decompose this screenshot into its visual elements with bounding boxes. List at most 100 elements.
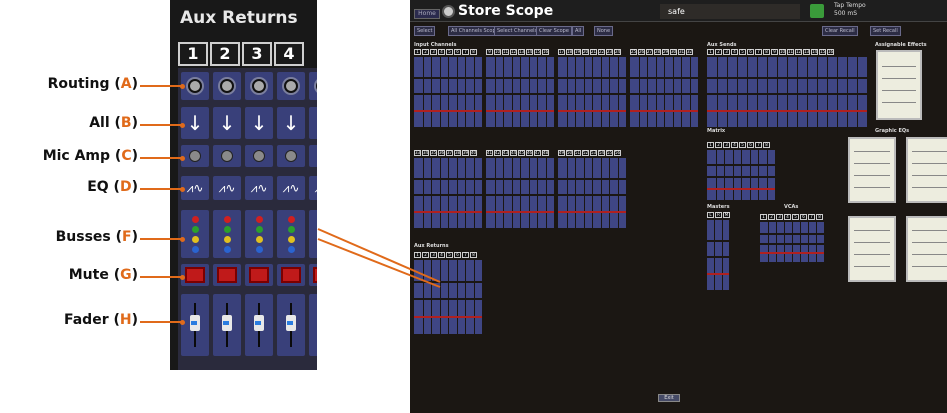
mute-button[interactable] <box>245 264 273 286</box>
input-channels-channel-number[interactable]: 48 <box>542 150 549 156</box>
matrix-channel-number[interactable]: 8 <box>763 142 770 148</box>
input-channels-channel-number[interactable]: 37 <box>446 150 453 156</box>
aux-sends-channel-number[interactable]: 16 <box>827 49 834 55</box>
input-channels-channel-number[interactable]: 51 <box>574 150 581 156</box>
all-button[interactable]: ↓ <box>309 107 317 139</box>
toolbar-button[interactable]: Clear Scope <box>536 26 572 36</box>
aux-sends-channel-number[interactable]: 5 <box>739 49 746 55</box>
routing-button[interactable] <box>309 72 317 100</box>
vcas-channel-number[interactable]: 4 <box>784 214 791 220</box>
vcas-channel-number[interactable]: 7 <box>808 214 815 220</box>
vcas-channel-number[interactable]: 3 <box>776 214 783 220</box>
aux-sends-channel-number[interactable]: 11 <box>787 49 794 55</box>
aux-sends-channel-number[interactable]: 6 <box>747 49 754 55</box>
aux-sends-channel-number[interactable]: 2 <box>715 49 722 55</box>
input-channels-channel-number[interactable]: 56 <box>614 150 621 156</box>
matrix-channel-number[interactable]: 3 <box>723 142 730 148</box>
aux-sends-channel-number[interactable]: 13 <box>803 49 810 55</box>
input-channels-channel-number[interactable]: 36 <box>438 150 445 156</box>
eq-button[interactable]: ⩘∿ <box>309 176 317 200</box>
masters-block[interactable] <box>707 220 729 290</box>
fader[interactable] <box>309 294 317 356</box>
mic-amp-button[interactable] <box>181 145 209 167</box>
mute-button[interactable] <box>213 264 241 286</box>
input-channels-channel-number[interactable]: 38 <box>454 150 461 156</box>
toolbar-button[interactable]: None <box>594 26 614 36</box>
input-channels-channel-number[interactable]: 39 <box>462 150 469 156</box>
fader[interactable] <box>213 294 241 356</box>
eq-button[interactable]: ⩘∿ <box>277 176 305 200</box>
fader[interactable] <box>181 294 209 356</box>
input-channels-channel-number[interactable]: 6 <box>454 49 461 55</box>
aux-sends-channel-number[interactable]: 4 <box>731 49 738 55</box>
fader[interactable] <box>245 294 273 356</box>
channel-number-3[interactable]: 3 <box>242 42 272 66</box>
input-channels-channel-number[interactable]: 43 <box>502 150 509 156</box>
input-channels-channel-number[interactable]: 44 <box>510 150 517 156</box>
busses-button[interactable] <box>277 210 305 258</box>
channel-number-1[interactable]: 1 <box>178 42 208 66</box>
input-channels-channel-number[interactable]: 17 <box>558 49 565 55</box>
all-button[interactable]: ↓ <box>213 107 241 139</box>
mute-button[interactable] <box>277 264 305 286</box>
input-channels-channel-number[interactable]: 33 <box>414 150 421 156</box>
aux-returns-channel-number[interactable]: 3 <box>430 252 437 258</box>
input-channels-channel-number[interactable]: 32 <box>686 49 693 55</box>
input-channels-channel-number[interactable]: 21 <box>590 49 597 55</box>
input-channels-channel-number[interactable]: 26 <box>638 49 645 55</box>
aux-sends-channel-number[interactable]: 10 <box>779 49 786 55</box>
busses-button[interactable] <box>309 210 317 258</box>
masters-channel-number[interactable]: R <box>715 212 722 218</box>
matrix-channel-number[interactable]: 2 <box>715 142 722 148</box>
busses-button[interactable] <box>245 210 273 258</box>
home-button[interactable]: Home <box>414 9 440 19</box>
aux-sends-channel-number[interactable]: 15 <box>819 49 826 55</box>
aux-sends-channel-number[interactable]: 12 <box>795 49 802 55</box>
fader[interactable] <box>277 294 305 356</box>
input-channels-channel-number[interactable]: 30 <box>670 49 677 55</box>
channel-number-4[interactable]: 4 <box>274 42 304 66</box>
aux-sends-channel-number[interactable]: 1 <box>707 49 714 55</box>
input-channels-channel-number[interactable]: 46 <box>526 150 533 156</box>
matrix-channel-number[interactable]: 5 <box>739 142 746 148</box>
routing-button[interactable] <box>213 72 241 100</box>
masters-channel-number[interactable]: L <box>707 212 714 218</box>
input-channels-channel-number[interactable]: 27 <box>646 49 653 55</box>
input-channels-channel-number[interactable]: 16 <box>542 49 549 55</box>
input-channels-channel-number[interactable]: 40 <box>470 150 477 156</box>
vcas-channel-number[interactable]: 1 <box>760 214 767 220</box>
busses-button[interactable] <box>181 210 209 258</box>
aux-sends-channel-number[interactable]: 9 <box>771 49 778 55</box>
input-channels-channel-number[interactable]: 25 <box>630 49 637 55</box>
aux-returns-channel-number[interactable]: 7 <box>462 252 469 258</box>
input-channels-channel-number[interactable]: 42 <box>494 150 501 156</box>
input-channels-channel-number[interactable]: 12 <box>510 49 517 55</box>
routing-button[interactable] <box>181 72 209 100</box>
input-channels-channel-number[interactable]: 13 <box>518 49 525 55</box>
mic-amp-button[interactable] <box>277 145 305 167</box>
graphic-eq-rack[interactable] <box>906 137 947 203</box>
matrix-channel-number[interactable]: 6 <box>747 142 754 148</box>
input-channels-channel-number[interactable]: 23 <box>606 49 613 55</box>
toolbar-button[interactable]: All <box>572 26 585 36</box>
aux-sends-channel-number[interactable]: 3 <box>723 49 730 55</box>
input-channels-channel-number[interactable]: 15 <box>534 49 541 55</box>
input-channels-channel-number[interactable]: 45 <box>518 150 525 156</box>
input-channels-channel-number[interactable]: 47 <box>534 150 541 156</box>
aux-returns-channel-number[interactable]: 4 <box>438 252 445 258</box>
input-channels-channel-number[interactable]: 18 <box>566 49 573 55</box>
input-channels-channel-number[interactable]: 19 <box>574 49 581 55</box>
input-channels-channel-number[interactable]: 49 <box>558 150 565 156</box>
vcas-channel-number[interactable]: 5 <box>792 214 799 220</box>
all-button[interactable]: ↓ <box>277 107 305 139</box>
matrix-channel-number[interactable]: 1 <box>707 142 714 148</box>
input-channels-channel-number[interactable]: 10 <box>494 49 501 55</box>
input-channels-channel-number[interactable]: 50 <box>566 150 573 156</box>
input-channels-channel-number[interactable]: 2 <box>422 49 429 55</box>
aux-returns-channel-number[interactable]: 2 <box>422 252 429 258</box>
input-channels-channel-number[interactable]: 55 <box>606 150 613 156</box>
input-channels-channel-number[interactable]: 34 <box>422 150 429 156</box>
aux-sends-channel-number[interactable]: 14 <box>811 49 818 55</box>
busses-button[interactable] <box>213 210 241 258</box>
routing-button[interactable] <box>277 72 305 100</box>
